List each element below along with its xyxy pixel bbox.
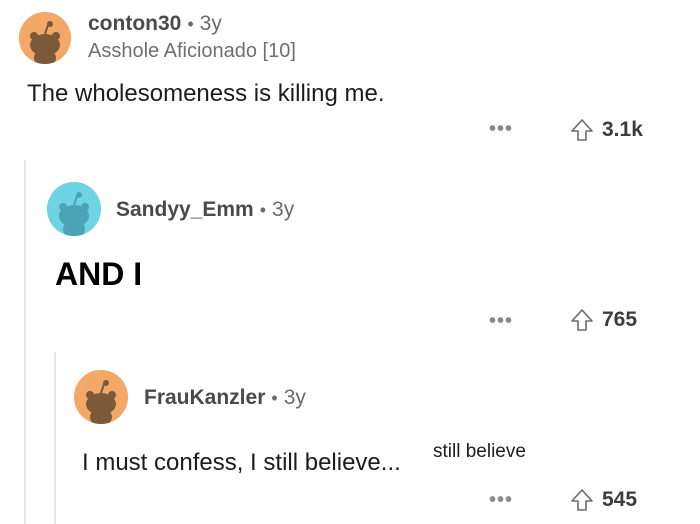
avatar[interactable] (47, 182, 101, 236)
username[interactable]: conton30 (88, 12, 181, 36)
comment-age: 3y (199, 12, 222, 35)
comment-header: FrauKanzler • 3y (144, 386, 306, 410)
upvote-arrow-icon (571, 309, 593, 331)
upvote-arrow-icon (571, 119, 593, 141)
comment-body: The wholesomeness is killing me. (27, 80, 385, 107)
separator-dot: • (187, 14, 194, 34)
comment-age: 3y (283, 386, 306, 409)
thread-line-level-1[interactable] (24, 160, 26, 524)
comment-body: I must confess, I still believe... (82, 449, 401, 477)
upvote-button[interactable]: 3.1k (570, 118, 643, 142)
comment-header: Sandyy_Emm • 3y (116, 198, 294, 222)
vote-count: 3.1k (602, 118, 643, 141)
username[interactable]: FrauKanzler (144, 386, 265, 410)
upvote-arrow-icon (571, 489, 593, 511)
avatar[interactable] (74, 370, 128, 424)
separator-dot: • (259, 200, 267, 220)
snoo-avatar-icon (47, 182, 101, 236)
vote-count: 765 (602, 308, 638, 331)
comment-body: AND I (55, 256, 143, 292)
username[interactable]: Sandyy_Emm (116, 198, 254, 222)
upvote-button[interactable]: 765 (570, 308, 637, 332)
snoo-avatar-icon (74, 370, 128, 424)
user-flair: Asshole Aficionado [10] (88, 40, 296, 62)
snoo-avatar-icon (19, 12, 71, 64)
vote-count: 545 (602, 488, 638, 511)
more-options-icon[interactable]: ••• (489, 310, 513, 333)
comment-age: 3y (272, 198, 295, 221)
comment-body-text: I must confess, I still believe... (82, 449, 401, 476)
avatar[interactable] (19, 12, 71, 64)
more-options-icon[interactable]: ••• (489, 489, 513, 512)
comment-body-superscript: still believe (433, 441, 526, 462)
more-options-icon[interactable]: ••• (489, 118, 513, 141)
separator-dot: • (271, 388, 278, 408)
upvote-button[interactable]: 545 (570, 488, 637, 512)
comment-header: conton30 • 3y (88, 12, 222, 36)
thread-line-level-2[interactable] (54, 352, 56, 524)
